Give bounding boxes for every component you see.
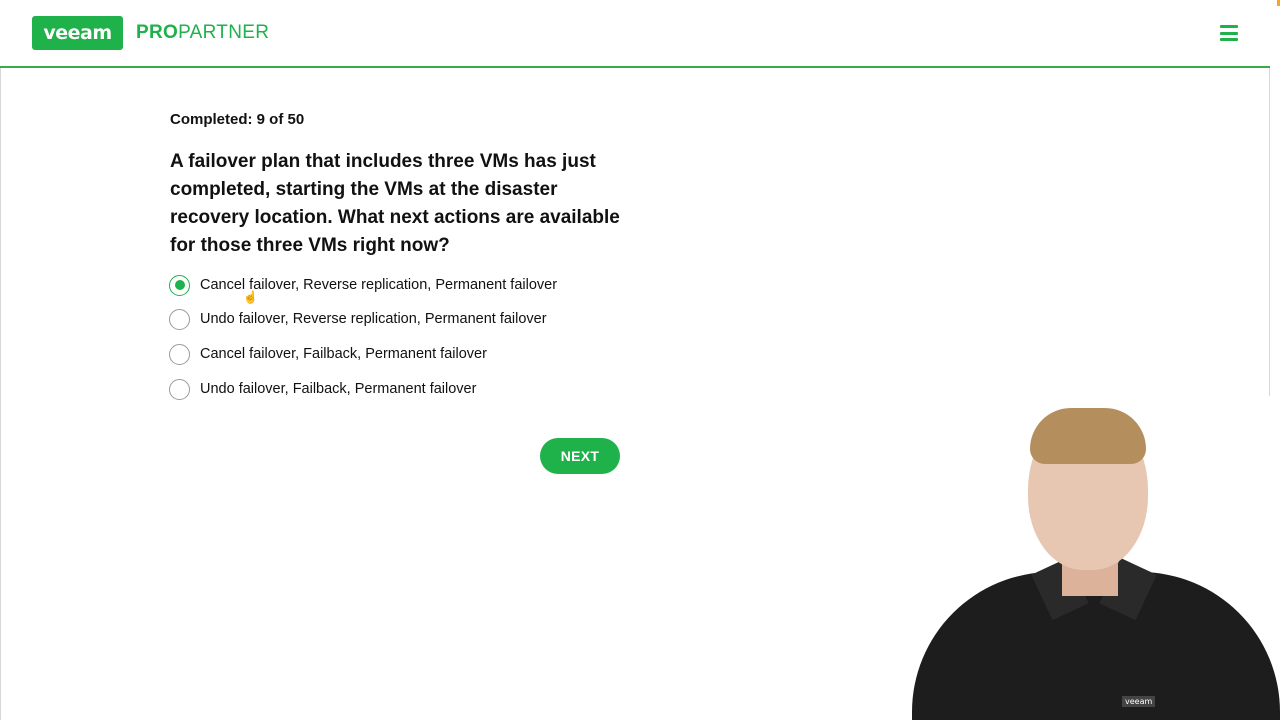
top-header: veeam PROPARTNER (0, 0, 1270, 68)
radio-button[interactable] (169, 343, 190, 365)
answer-option-label: Undo failover, Failback, Permanent failo… (200, 381, 477, 397)
radio-button[interactable] (169, 378, 190, 400)
hamburger-menu-icon[interactable] (1220, 25, 1238, 41)
brand-pro: PRO (136, 22, 179, 43)
shirt-logo: veeam (1122, 696, 1156, 707)
answer-option-1[interactable]: Cancel failover, Reverse replication, Pe… (169, 274, 557, 296)
presenter-webcam-overlay: veeam (912, 396, 1280, 720)
hand-cursor-icon: ☝ (243, 290, 258, 304)
radio-button[interactable] (169, 308, 190, 330)
answer-option-label: Undo failover, Reverse replication, Perm… (200, 311, 547, 327)
answer-option-4[interactable]: Undo failover, Failback, Permanent failo… (169, 378, 476, 400)
brand-partner: PARTNER (178, 22, 270, 43)
answer-option-2[interactable]: Undo failover, Reverse replication, Perm… (169, 308, 547, 330)
presenter-hair (1030, 408, 1146, 464)
next-button[interactable]: NEXT (540, 438, 620, 474)
radio-button-selected[interactable] (169, 274, 190, 296)
veeam-logo[interactable]: veeam (32, 16, 123, 50)
quiz-progress: Completed: 9 of 50 (170, 111, 305, 128)
answer-option-3[interactable]: Cancel failover, Failback, Permanent fai… (169, 343, 487, 365)
answer-option-label: Cancel failover, Failback, Permanent fai… (200, 346, 487, 362)
question-text: A failover plan that includes three VMs … (170, 151, 620, 256)
propartner-brand: PROPARTNER (136, 22, 269, 44)
